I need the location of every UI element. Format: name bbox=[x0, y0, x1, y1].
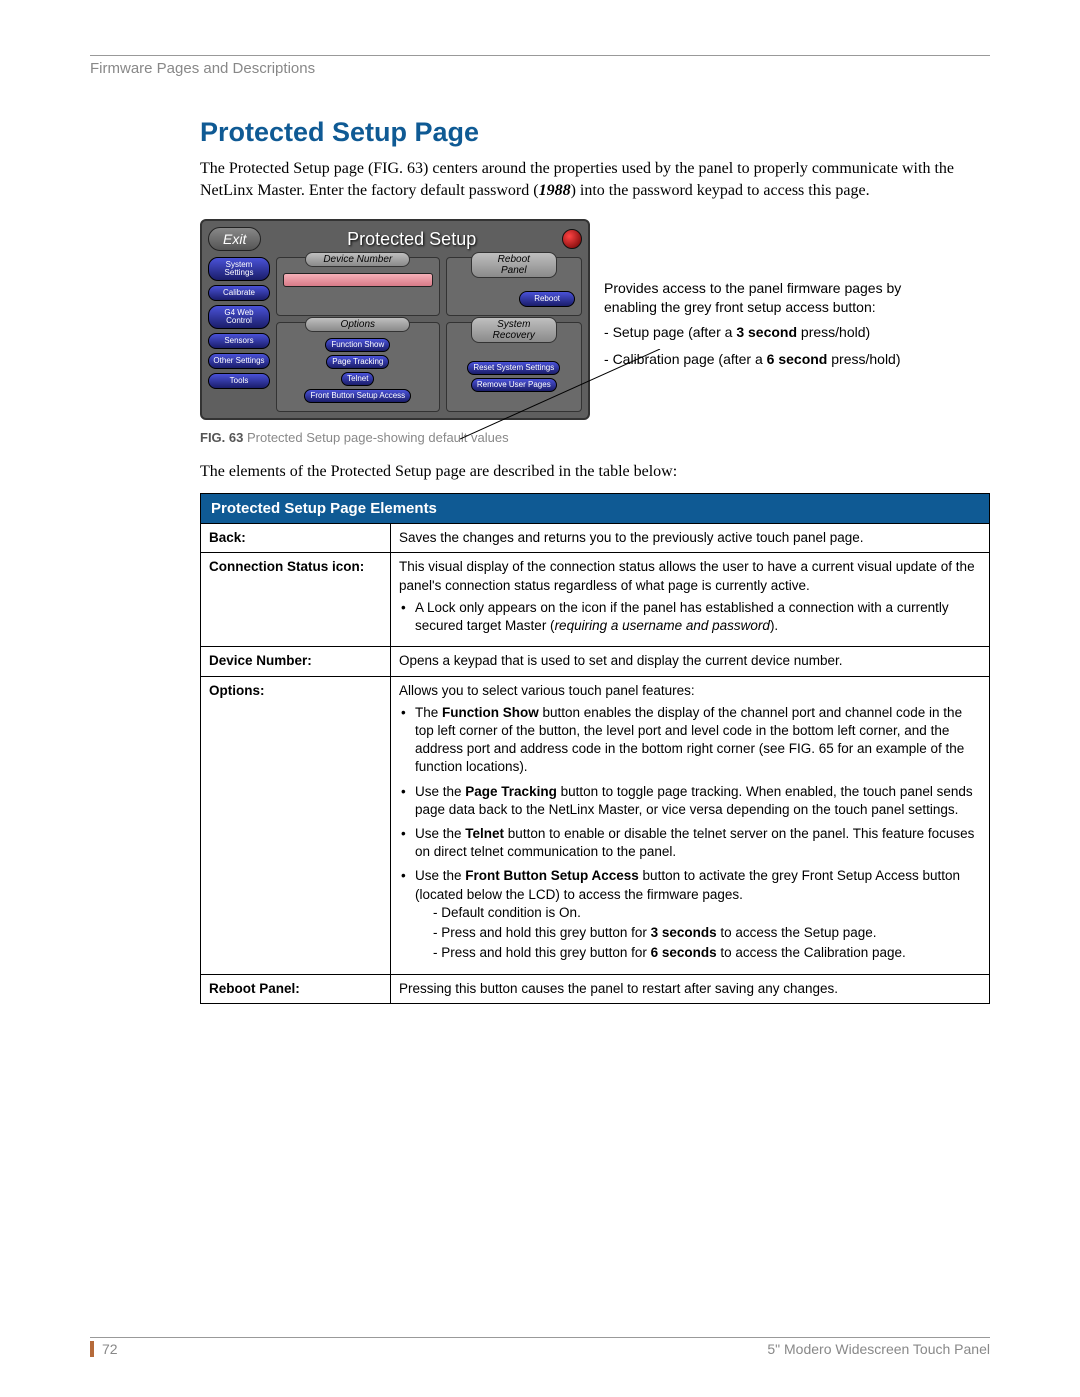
system-recovery-label: System Recovery bbox=[471, 317, 557, 343]
opt-front-button-setup[interactable]: Front Button Setup Access bbox=[304, 389, 411, 403]
reboot-panel-label: Reboot Panel bbox=[471, 252, 557, 278]
table-header: Protected Setup Page Elements bbox=[201, 494, 990, 524]
exit-button[interactable]: Exit bbox=[208, 227, 261, 251]
opt-function-show[interactable]: Function Show bbox=[325, 338, 390, 352]
side-nav: System Settings Calibrate G4 Web Control… bbox=[208, 257, 270, 412]
table-lead-in: The elements of the Protected Setup page… bbox=[200, 463, 990, 481]
panel-screenshot: Exit Protected Setup System Settings Cal… bbox=[200, 219, 590, 420]
led-icon bbox=[562, 229, 582, 249]
remove-user-pages[interactable]: Remove User Pages bbox=[471, 378, 557, 392]
section-label: Firmware Pages and Descriptions bbox=[90, 60, 990, 77]
opt-page-tracking[interactable]: Page Tracking bbox=[326, 355, 389, 369]
options-label: Options bbox=[305, 317, 410, 332]
intro-paragraph: The Protected Setup page (FIG. 63) cente… bbox=[200, 158, 990, 201]
figure-annotation: Provides access to the panel firmware pa… bbox=[604, 279, 954, 377]
side-calibrate[interactable]: Calibrate bbox=[208, 285, 270, 301]
page-footer: 72 5" Modero Widescreen Touch Panel bbox=[90, 1337, 990, 1357]
side-other-settings[interactable]: Other Settings bbox=[208, 353, 270, 369]
reset-system-settings[interactable]: Reset System Settings bbox=[467, 361, 560, 375]
panel-title: Protected Setup bbox=[269, 229, 554, 250]
elements-table: Protected Setup Page Elements Back: Save… bbox=[200, 493, 990, 1004]
opt-telnet[interactable]: Telnet bbox=[341, 372, 374, 386]
doc-title: 5" Modero Widescreen Touch Panel bbox=[767, 1341, 990, 1357]
page-title: Protected Setup Page bbox=[200, 117, 990, 148]
page-number: 72 bbox=[90, 1341, 118, 1357]
side-system-settings[interactable]: System Settings bbox=[208, 257, 270, 281]
side-tools[interactable]: Tools bbox=[208, 373, 270, 389]
reboot-button[interactable]: Reboot bbox=[519, 291, 575, 307]
side-sensors[interactable]: Sensors bbox=[208, 333, 270, 349]
side-g4-web-control[interactable]: G4 Web Control bbox=[208, 305, 270, 329]
figure-caption: FIG. 63 Protected Setup page-showing def… bbox=[200, 430, 990, 445]
device-number-field[interactable] bbox=[283, 273, 433, 287]
device-number-label: Device Number bbox=[305, 252, 410, 267]
figure-row: Exit Protected Setup System Settings Cal… bbox=[200, 219, 990, 420]
